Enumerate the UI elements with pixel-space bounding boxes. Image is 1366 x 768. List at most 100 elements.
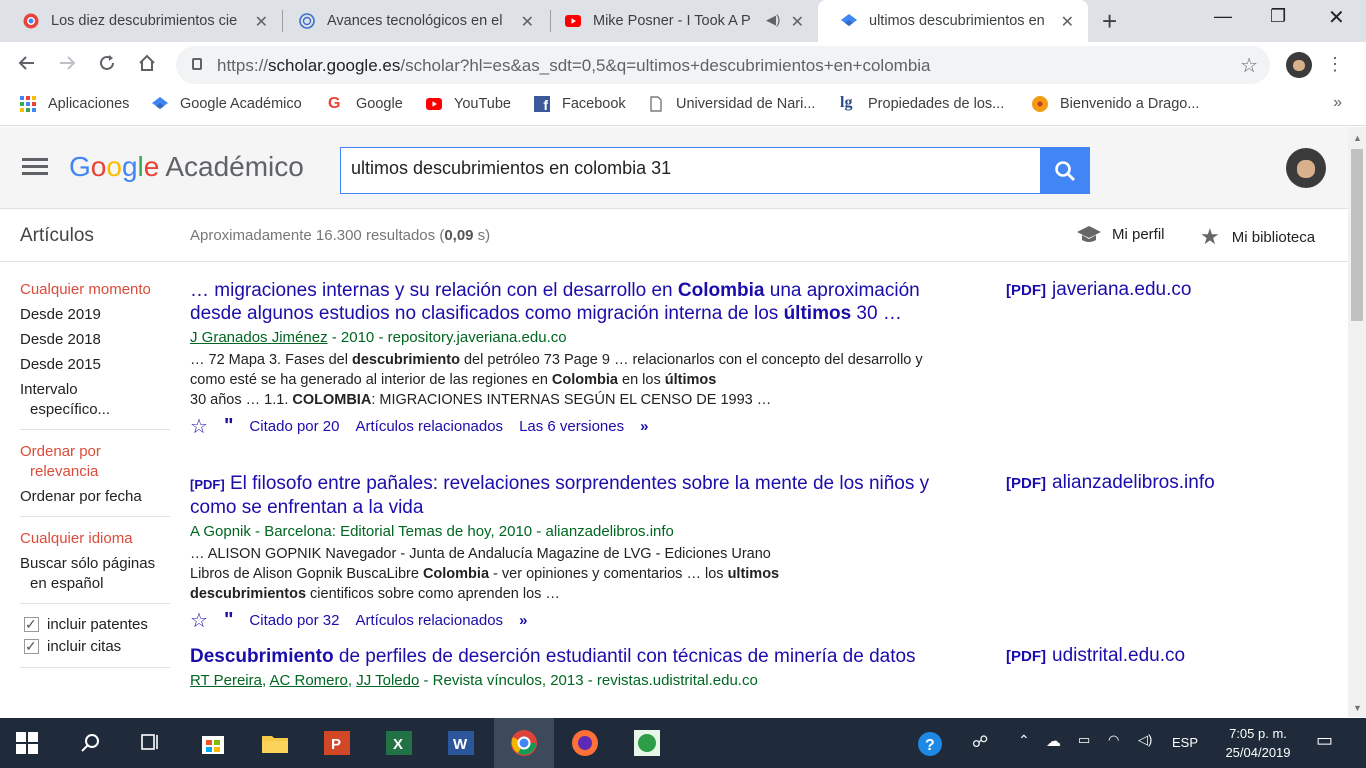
vertical-scrollbar[interactable]: ▲ ▼ [1348,127,1366,717]
bookmark-star-icon[interactable]: ☆ [1240,53,1258,78]
chrome-taskbar-icon[interactable] [494,718,554,768]
more-chevron-icon[interactable]: » [640,418,648,435]
store-icon[interactable] [198,728,228,758]
taskbar-clock[interactable]: 7:05 p. m. 25/04/2019 [1210,724,1306,762]
minimize-button[interactable]: — [1214,6,1232,27]
notifications-icon[interactable]: ▭ [1316,730,1333,751]
reload-icon[interactable] [96,52,118,80]
onedrive-icon[interactable]: ☁ [1046,732,1061,750]
bookmarks-overflow-button[interactable]: » [1333,94,1342,112]
forward-icon[interactable] [56,52,78,80]
filter-spanish-only[interactable]: Buscar sólo páginas en español [20,554,172,594]
new-tab-button[interactable]: + [1102,6,1117,37]
cited-by-link[interactable]: Citado por 32 [249,612,339,629]
powerpoint-icon[interactable]: P [322,728,352,758]
close-tab-icon[interactable]: ✕ [521,12,534,32]
sort-by-relevance[interactable]: Ordenar por relevancia [20,442,172,482]
sort-by-date[interactable]: Ordenar por fecha [20,487,172,507]
chrome-menu-icon[interactable]: ⋮ [1326,54,1344,75]
firefox-icon[interactable] [570,728,600,758]
profile-avatar[interactable] [1286,52,1312,78]
search-box[interactable] [340,147,1042,194]
author-link[interactable]: AC Romero [270,672,348,689]
include-patents-checkbox[interactable]: ✓ incluir patentes [20,616,172,633]
my-library-link[interactable]: ★ Mi biblioteca [1200,224,1315,250]
related-articles-link[interactable]: Artículos relacionados [355,612,503,629]
task-view-icon[interactable] [139,732,161,754]
filter-since-2018[interactable]: Desde 2018 [20,330,172,350]
result-title-link[interactable]: … migraciones internas y su relación con… [190,279,960,325]
related-articles-link[interactable]: Artículos relacionados [355,418,503,435]
save-star-icon[interactable]: ☆ [190,608,208,633]
hamburger-menu-icon[interactable] [22,158,48,176]
filter-since-2015[interactable]: Desde 2015 [20,355,172,375]
tab-1[interactable]: Los diez descubrimientos cie ✕ [0,0,282,42]
result-pdf-link[interactable]: [PDF] alianzadelibros.info [1006,472,1215,494]
search-button[interactable] [1040,147,1090,194]
url-text[interactable]: https://scholar.google.es/scholar?hl=es&… [217,56,931,76]
my-profile-link[interactable]: Mi perfil [1076,224,1165,244]
tab-4-active[interactable]: ultimos descubrimientos en ✕ [818,0,1088,42]
wifi-icon[interactable]: ◠ [1108,732,1119,748]
bookmark-google[interactable]: G Google [328,96,403,113]
more-chevron-icon[interactable]: » [519,612,527,629]
lock-icon[interactable] [192,58,202,70]
excel-icon[interactable]: X [384,728,414,758]
battery-icon[interactable]: ▭ [1078,732,1090,748]
tab-2[interactable]: Avances tecnológicos en el á ✕ [276,0,548,42]
scrollbar-thumb[interactable] [1351,149,1363,321]
search-icon[interactable] [80,732,102,754]
volume-icon[interactable]: ◁) [1138,732,1152,748]
cite-quote-icon[interactable]: " [224,415,233,438]
help-icon[interactable]: ? [916,730,944,758]
tab-3[interactable]: Mike Posner - I Took A P ◀) ✕ [542,0,818,42]
save-star-icon[interactable]: ☆ [190,414,208,439]
author-link[interactable]: JJ Toledo [356,672,419,689]
bookmark-dragon[interactable]: Bienvenido a Drago... [1032,96,1199,112]
bookmark-facebook[interactable]: f Facebook [534,96,626,113]
back-icon[interactable] [16,52,38,80]
result-title-link[interactable]: [PDF] El filosofo entre pañales: revelac… [190,472,960,519]
input-language[interactable]: ESP [1172,735,1198,750]
close-tab-icon[interactable]: ✕ [1061,12,1074,32]
close-tab-icon[interactable]: ✕ [255,12,268,32]
speaker-icon[interactable]: ◀) [766,12,780,28]
filter-any-language[interactable]: Cualquier idioma [20,529,172,549]
cited-by-link[interactable]: Citado por 20 [249,418,339,435]
file-explorer-icon[interactable] [260,728,290,758]
bookmark-google-academico[interactable]: Google Académico [152,96,302,112]
result-authors: J Granados Jiménez - 2010 - repository.j… [190,329,567,346]
search-input[interactable] [351,158,1031,179]
versions-link[interactable]: Las 6 versiones [519,418,624,435]
result-pdf-link[interactable]: [PDF] udistrital.edu.co [1006,645,1185,667]
search-result: Descubrimiento de perfiles de deserción … [190,645,960,691]
show-hidden-icons-icon[interactable]: ⌃ [1018,732,1030,749]
word-icon[interactable]: W [446,728,476,758]
spanish-only-label: Buscar sólo páginas [20,555,156,572]
cite-quote-icon[interactable]: " [224,609,233,632]
home-icon[interactable] [136,52,158,80]
include-citations-checkbox[interactable]: ✓ incluir citas [20,638,172,655]
app-green-icon[interactable] [632,728,662,758]
close-window-button[interactable]: ✕ [1328,5,1345,30]
result-title-link[interactable]: Descubrimiento de perfiles de deserción … [190,645,960,668]
bookmark-universidad[interactable]: Universidad de Nari... [648,96,815,112]
filter-any-time[interactable]: Cualquier momento [20,280,172,300]
author-link[interactable]: RT Pereira [190,672,262,689]
scroll-down-icon[interactable]: ▼ [1353,703,1362,713]
filter-custom-range[interactable]: Intervalo específico... [20,380,172,420]
author-link[interactable]: J Granados Jiménez [190,329,328,346]
people-icon[interactable]: ☍ [972,732,988,752]
windows-start-icon[interactable] [16,732,38,754]
result-pdf-link[interactable]: [PDF] javeriana.edu.co [1006,279,1191,301]
bookmark-propiedades[interactable]: lg Propiedades de los... [840,95,1004,113]
bookmark-apps[interactable]: Aplicaciones [20,96,129,112]
filter-since-2019[interactable]: Desde 2019 [20,305,172,325]
account-avatar[interactable] [1286,148,1326,188]
close-tab-icon[interactable]: ✕ [791,12,804,32]
scholar-logo[interactable]: Google Académico [69,151,304,183]
scroll-up-icon[interactable]: ▲ [1353,133,1362,143]
restore-button[interactable]: ❐ [1270,6,1286,27]
bookmark-youtube[interactable]: YouTube [426,96,511,112]
address-bar[interactable]: https://scholar.google.es/scholar?hl=es&… [176,46,1270,84]
